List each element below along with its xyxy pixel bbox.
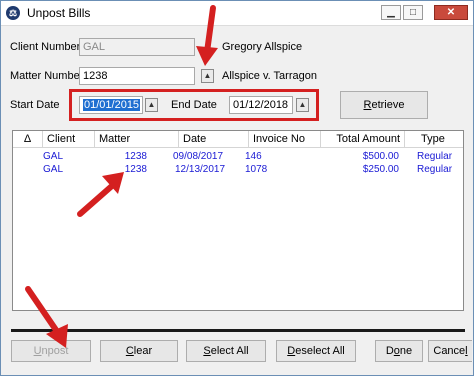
arrow-to-matter-lookup-icon (196, 5, 218, 66)
annotation-arrows (25, 5, 218, 348)
arrow-to-table-row-icon (77, 172, 124, 217)
arrow-to-unpost-button-icon (25, 286, 68, 348)
